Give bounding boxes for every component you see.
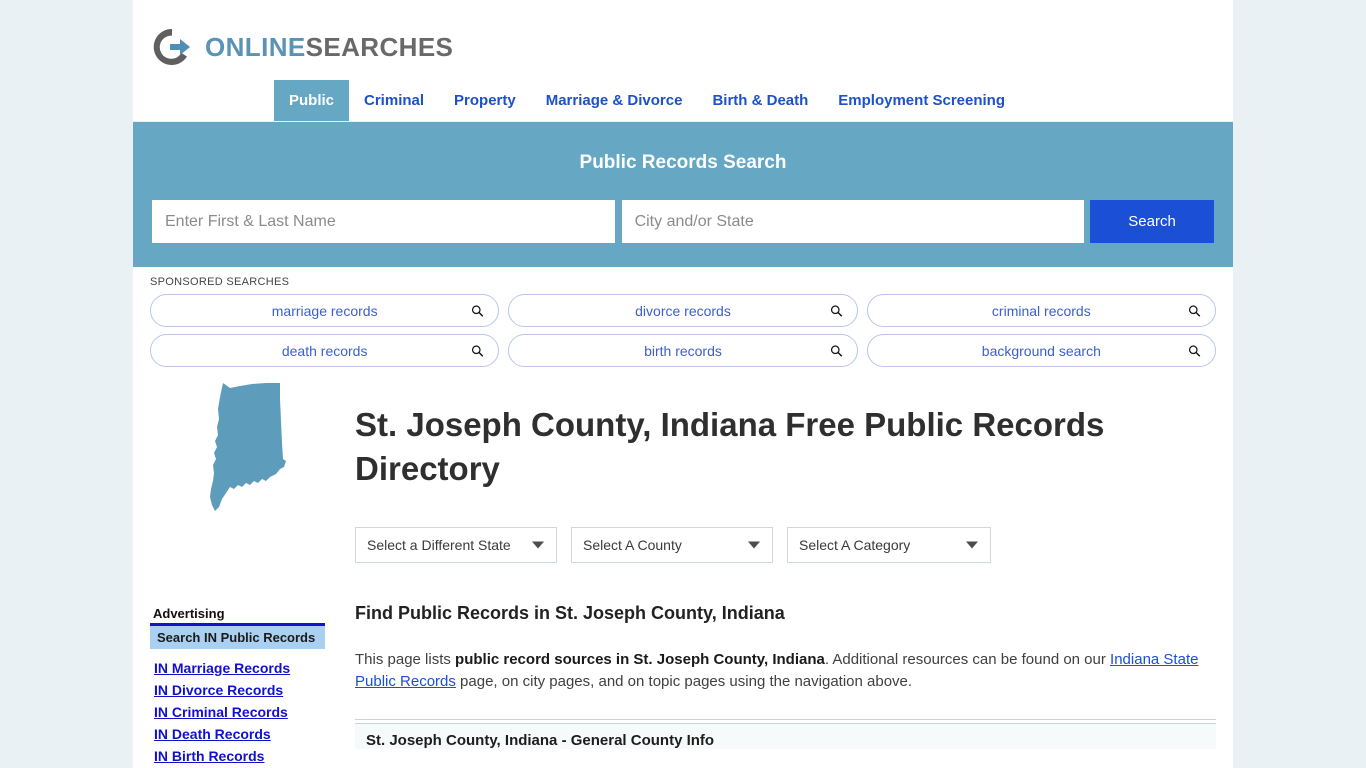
logo-wordmark: ONLINESEARCHES: [205, 34, 453, 60]
nav-item-birth-death[interactable]: Birth & Death: [697, 80, 823, 121]
chevron-down-icon: [532, 541, 544, 549]
sponsored-pill-criminal-records[interactable]: criminal records: [866, 294, 1216, 327]
category-select[interactable]: Select A Category: [787, 526, 991, 563]
advertising-box: Search IN Public Records IN Marriage Rec…: [150, 623, 325, 764]
county-select-label: Select A County: [583, 536, 682, 553]
nav-item-property[interactable]: Property: [439, 80, 531, 121]
search-icon: [1188, 344, 1201, 357]
body-columns: Advertising Search IN Public Records IN …: [133, 367, 1233, 768]
general-county-info-header: St. Joseph County, Indiana - General Cou…: [355, 724, 1216, 750]
pill-label: divorce records: [635, 302, 731, 319]
sponsored-searches-label: SPONSORED SEARCHES: [150, 276, 290, 288]
search-icon: [472, 344, 484, 357]
ad-links-list: IN Marriage Records IN Divorce Records I…: [150, 649, 325, 764]
pill-label: death records: [281, 342, 368, 359]
search-icon: [830, 304, 842, 317]
location-search-input[interactable]: [621, 200, 1085, 243]
intro-paragraph: This page lists public record sources in…: [355, 649, 1216, 693]
page-title: St. Joseph County, Indiana Free Public R…: [355, 406, 1105, 487]
ad-link-death-records[interactable]: IN Death Records: [154, 726, 325, 742]
pill-label: criminal records: [991, 302, 1091, 319]
section-title: Find Public Records in St. Joseph County…: [355, 602, 785, 623]
chevron-down-icon: [748, 541, 760, 549]
nav-item-criminal[interactable]: Criminal: [349, 80, 439, 121]
sponsored-pill-background-search[interactable]: background search: [866, 334, 1216, 367]
chevron-down-icon: [966, 541, 978, 549]
main-navigation: Public Criminal Property Marriage & Divo…: [133, 80, 1233, 122]
circle-arrow-logo-icon: [153, 28, 190, 65]
intro-prefix: This page lists: [355, 650, 456, 668]
intro-bold: public record sources in St. Joseph Coun…: [455, 650, 825, 668]
intro-suffix: page, on city pages, and on topic pages …: [455, 672, 913, 690]
logo-online-text: ONLINE: [205, 32, 306, 62]
county-select[interactable]: Select A County: [571, 526, 773, 563]
advertising-label: Advertising: [153, 606, 225, 621]
ad-link-criminal-records[interactable]: IN Criminal Records: [154, 704, 325, 720]
logo-searches-text: SEARCHES: [305, 32, 454, 62]
filter-selects: Select a Different State Select A County…: [355, 526, 1216, 563]
search-form: Search: [152, 200, 1214, 243]
name-search-input[interactable]: [152, 200, 615, 243]
main-column: St. Joseph County, Indiana Free Public R…: [325, 377, 1216, 768]
state-select-label: Select a Different State: [367, 536, 511, 553]
pill-label: marriage records: [271, 302, 378, 319]
sponsored-searches-section: SPONSORED SEARCHES marriage records divo…: [133, 267, 1233, 367]
sponsored-pill-marriage-records[interactable]: marriage records: [150, 294, 500, 327]
sponsored-searches-grid: marriage records divorce records crimina…: [150, 294, 1216, 367]
pill-label: birth records: [644, 342, 722, 359]
sponsored-pill-death-records[interactable]: death records: [150, 334, 500, 367]
search-icon: [830, 344, 842, 357]
ad-link-marriage-records[interactable]: IN Marriage Records: [154, 660, 325, 676]
nav-item-public[interactable]: Public: [274, 80, 350, 121]
nav-item-marriage-divorce[interactable]: Marriage & Divorce: [531, 80, 698, 121]
site-logo[interactable]: ONLINESEARCHES: [133, 0, 1233, 80]
intro-middle: . Additional resources can be found on o…: [824, 650, 1111, 668]
left-sidebar: Advertising Search IN Public Records IN …: [150, 377, 325, 768]
banner-title: Public Records Search: [579, 152, 787, 173]
search-icon: [472, 304, 484, 317]
public-records-search-banner: Public Records Search Search: [133, 122, 1233, 267]
sponsored-pill-birth-records[interactable]: birth records: [508, 334, 858, 367]
content-container: ONLINESEARCHES Public Criminal Property …: [133, 0, 1233, 768]
nav-item-employment-screening[interactable]: Employment Screening: [823, 80, 1020, 121]
ad-box-heading: Search IN Public Records: [150, 626, 325, 649]
ad-link-divorce-records[interactable]: IN Divorce Records: [154, 682, 325, 698]
pill-label: background search: [981, 342, 1101, 359]
search-submit-button[interactable]: Search: [1090, 200, 1214, 243]
sponsored-pill-divorce-records[interactable]: divorce records: [508, 294, 858, 327]
page-root: ONLINESEARCHES Public Criminal Property …: [0, 0, 1366, 768]
category-select-label: Select A Category: [799, 536, 911, 553]
state-select[interactable]: Select a Different State: [355, 526, 557, 563]
indiana-state-map-icon: [210, 383, 286, 511]
ad-link-birth-records[interactable]: IN Birth Records: [154, 748, 325, 764]
search-icon: [1188, 304, 1201, 317]
